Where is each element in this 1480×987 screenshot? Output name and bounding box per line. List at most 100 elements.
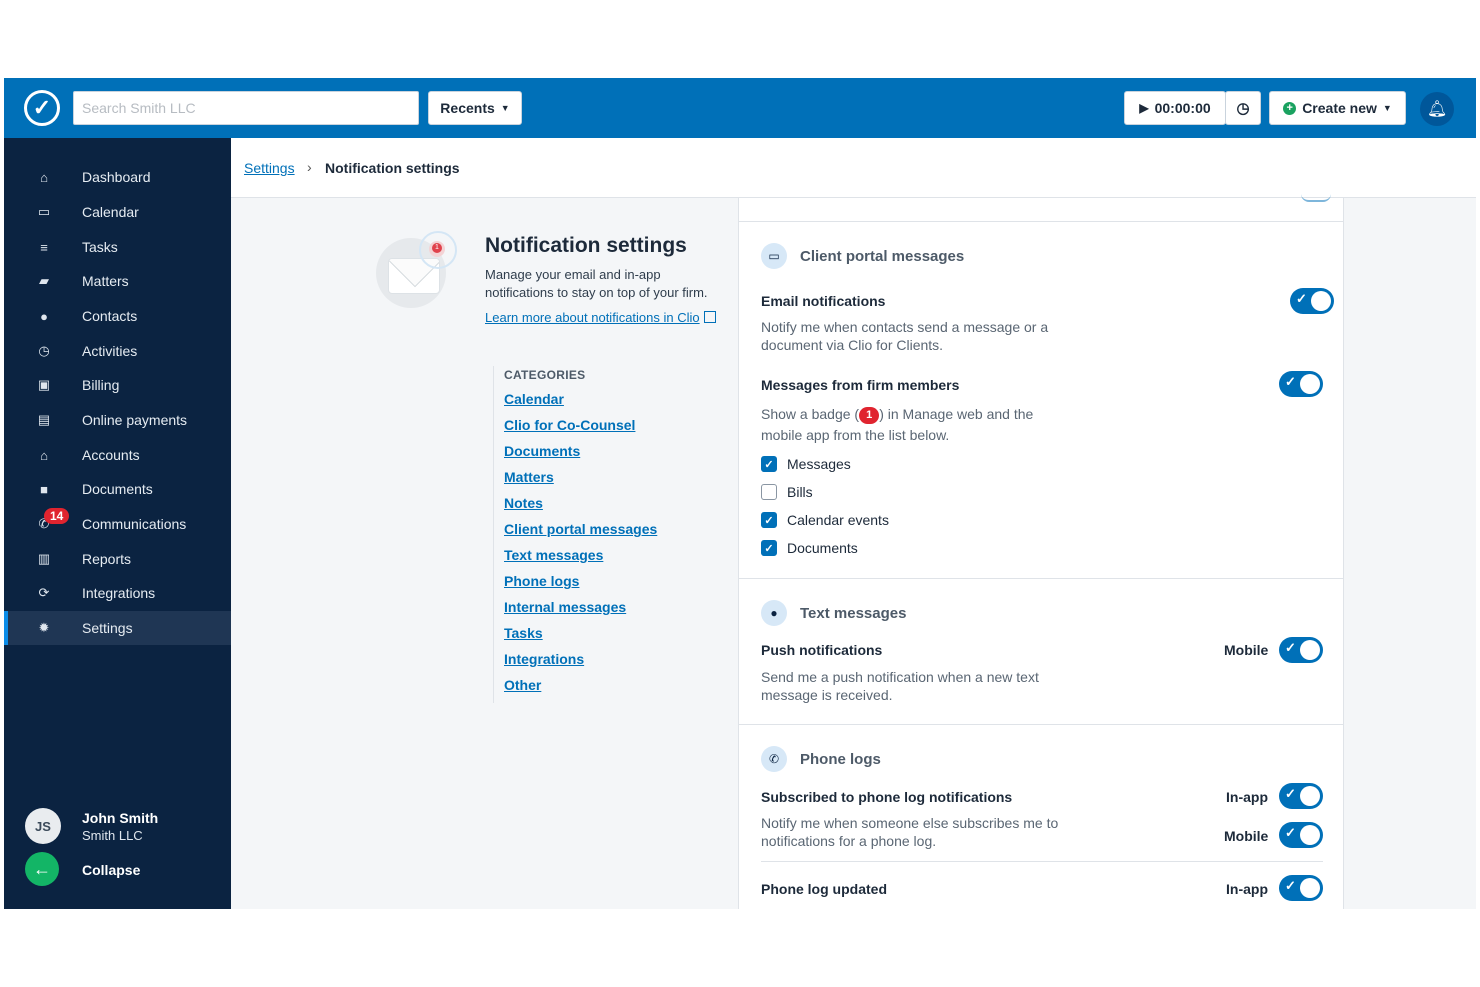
subscribed-phone-log-desc: Notify me when someone else subscribes m… bbox=[761, 815, 1059, 849]
notification-dot-icon bbox=[429, 241, 445, 257]
category-link-matters[interactable]: Matters bbox=[504, 469, 723, 495]
divider bbox=[739, 578, 1345, 579]
sidebar-item-contacts[interactable]: ● Contacts bbox=[4, 299, 231, 333]
check-icon: ✓ bbox=[1285, 374, 1296, 389]
categories-nav: CATEGORIES Calendar Clio for Co-Counsel … bbox=[493, 366, 723, 703]
sidebar-item-matters[interactable]: ▰ Matters bbox=[4, 264, 231, 298]
play-icon: ▶ bbox=[1139, 101, 1149, 115]
category-link-tasks[interactable]: Tasks bbox=[504, 625, 723, 651]
category-link-integrations[interactable]: Integrations bbox=[504, 651, 723, 677]
category-link-calendar[interactable]: Calendar bbox=[504, 391, 723, 417]
sidebar-item-activities[interactable]: ◷ Activities bbox=[4, 334, 231, 368]
subscribed-in-app-toggle[interactable]: ✓ bbox=[1279, 783, 1323, 809]
checkbox-calendar-events[interactable]: ✓ Calendar events bbox=[761, 511, 889, 529]
collapse-button[interactable]: Collapse bbox=[82, 862, 140, 878]
sidebar-item-calendar[interactable]: ▭ Calendar bbox=[4, 195, 231, 229]
checkbox-label: Documents bbox=[787, 540, 858, 556]
mobile-label: Mobile bbox=[1224, 828, 1269, 844]
category-link-notes[interactable]: Notes bbox=[504, 495, 723, 521]
category-link-text-messages[interactable]: Text messages bbox=[504, 547, 723, 573]
category-link-internal-messages[interactable]: Internal messages bbox=[504, 599, 723, 625]
check-icon: ✓ bbox=[1285, 825, 1296, 840]
badge-example: 1 bbox=[859, 406, 880, 424]
section-title-client-portal: Client portal messages bbox=[800, 248, 965, 265]
firm-messages-toggle[interactable]: ✓ bbox=[1279, 371, 1323, 397]
checkbox-label: Bills bbox=[787, 484, 813, 500]
sidebar-item-label: Contacts bbox=[82, 308, 138, 324]
sidebar-item-documents[interactable]: ■ Documents bbox=[4, 472, 231, 506]
user-firm: Smith LLC bbox=[82, 828, 143, 843]
category-link-co-counsel[interactable]: Clio for Co-Counsel bbox=[504, 417, 723, 443]
checkbox-checked-icon: ✓ bbox=[761, 512, 777, 528]
arrow-left-icon[interactable]: ← bbox=[25, 852, 59, 886]
sidebar-item-label: Accounts bbox=[82, 447, 140, 463]
laptop-icon: ▭ bbox=[761, 243, 787, 269]
sidebar-item-label: Tasks bbox=[82, 239, 118, 255]
sidebar-item-label: Integrations bbox=[82, 585, 156, 601]
learn-more-link[interactable]: Learn more about notifications in Clio bbox=[485, 310, 716, 325]
sidebar-item-label: Communications bbox=[82, 516, 187, 532]
page-description: Manage your email and in-app notificatio… bbox=[485, 267, 708, 300]
sidebar-item-dashboard[interactable]: ⌂ Dashboard bbox=[4, 160, 231, 194]
push-notifications-desc: Send me a push notification when a new t… bbox=[761, 669, 1039, 703]
person-icon: ● bbox=[40, 308, 48, 324]
category-link-documents[interactable]: Documents bbox=[504, 443, 723, 469]
category-link-client-portal[interactable]: Client portal messages bbox=[504, 521, 723, 547]
section-title-phone-logs: Phone logs bbox=[800, 751, 881, 768]
firm-desc-pre: Show a badge ( bbox=[761, 406, 860, 422]
push-notifications-toggle[interactable]: ✓ bbox=[1279, 637, 1323, 663]
folder-icon: ■ bbox=[40, 481, 48, 497]
sidebar-item-online-payments[interactable]: ▤ Online payments bbox=[4, 403, 231, 437]
search-input[interactable] bbox=[73, 91, 419, 125]
sidebar-item-settings[interactable]: ✹ Settings bbox=[4, 611, 231, 645]
checkbox-documents[interactable]: ✓ Documents bbox=[761, 539, 858, 557]
email-notifications-toggle[interactable]: ✓ bbox=[1290, 288, 1334, 314]
category-link-phone-logs[interactable]: Phone logs bbox=[504, 573, 723, 599]
checkbox-label: Calendar events bbox=[787, 512, 889, 528]
subscribed-mobile-toggle[interactable]: ✓ bbox=[1279, 822, 1323, 848]
bell-icon[interactable]: 🔔︎ bbox=[1420, 92, 1454, 126]
sidebar-item-communications[interactable]: ✆ 14 Communications bbox=[4, 507, 231, 541]
sidebar-item-reports[interactable]: ▥ Reports bbox=[4, 542, 231, 576]
check-icon: ✓ bbox=[1285, 878, 1296, 893]
divider bbox=[761, 861, 1323, 862]
user-name[interactable]: John Smith bbox=[82, 810, 158, 826]
clock-button[interactable]: ◷ bbox=[1225, 91, 1261, 125]
recents-button[interactable]: Recents ▼ bbox=[428, 91, 522, 125]
caret-down-icon: ▼ bbox=[500, 103, 510, 113]
email-notifications-desc: Notify me when contacts send a message o… bbox=[761, 319, 1049, 353]
phone-log-updated-toggle[interactable]: ✓ bbox=[1279, 875, 1323, 901]
sidebar-item-label: Settings bbox=[82, 620, 133, 636]
category-link-other[interactable]: Other bbox=[504, 677, 723, 703]
sidebar-item-label: Documents bbox=[82, 481, 153, 497]
chevron-right-icon: › bbox=[307, 159, 312, 175]
top-bar: ✓ Recents ▼ ▶ 00:00:00 ◷ + Create new ▼ … bbox=[4, 78, 1476, 138]
list-icon: ≡ bbox=[40, 239, 48, 255]
checkbox-checked-icon: ✓ bbox=[761, 456, 777, 472]
money-icon: ▣ bbox=[37, 377, 51, 392]
sidebar-item-billing[interactable]: ▣ Billing bbox=[4, 368, 231, 402]
create-new-button[interactable]: + Create new ▼ bbox=[1269, 91, 1406, 125]
sidebar-item-integrations[interactable]: ⟳ Integrations bbox=[4, 576, 231, 610]
bank-icon: ⌂ bbox=[40, 447, 48, 463]
check-icon: ✓ bbox=[1285, 786, 1296, 801]
divider bbox=[739, 724, 1345, 725]
sidebar-item-accounts[interactable]: ⌂ Accounts bbox=[4, 438, 231, 472]
checkbox-messages[interactable]: ✓ Messages bbox=[761, 455, 851, 473]
clio-logo-icon[interactable]: ✓ bbox=[24, 90, 60, 126]
avatar[interactable]: JS bbox=[25, 808, 61, 844]
sync-icon: ⟳ bbox=[38, 585, 50, 600]
checkbox-bills[interactable]: Bills bbox=[761, 483, 813, 501]
notification-badge: 14 bbox=[44, 508, 70, 524]
sidebar-item-label: Online payments bbox=[82, 412, 188, 428]
intro-column: Notification settings Manage your email … bbox=[231, 198, 739, 909]
subscribed-phone-log-title: Subscribed to phone log notifications bbox=[761, 789, 1013, 805]
check-icon: ✓ bbox=[1296, 291, 1307, 306]
breadcrumb: Settings › Notification settings bbox=[231, 138, 1476, 198]
sidebar-item-label: Reports bbox=[82, 551, 132, 567]
sidebar-item-tasks[interactable]: ≡ Tasks bbox=[4, 230, 231, 264]
clock-icon: ◷ bbox=[1236, 100, 1250, 117]
timer-button[interactable]: ▶ 00:00:00 bbox=[1124, 91, 1226, 125]
briefcase-icon: ▰ bbox=[39, 273, 49, 288]
breadcrumb-settings-link[interactable]: Settings bbox=[244, 160, 295, 176]
